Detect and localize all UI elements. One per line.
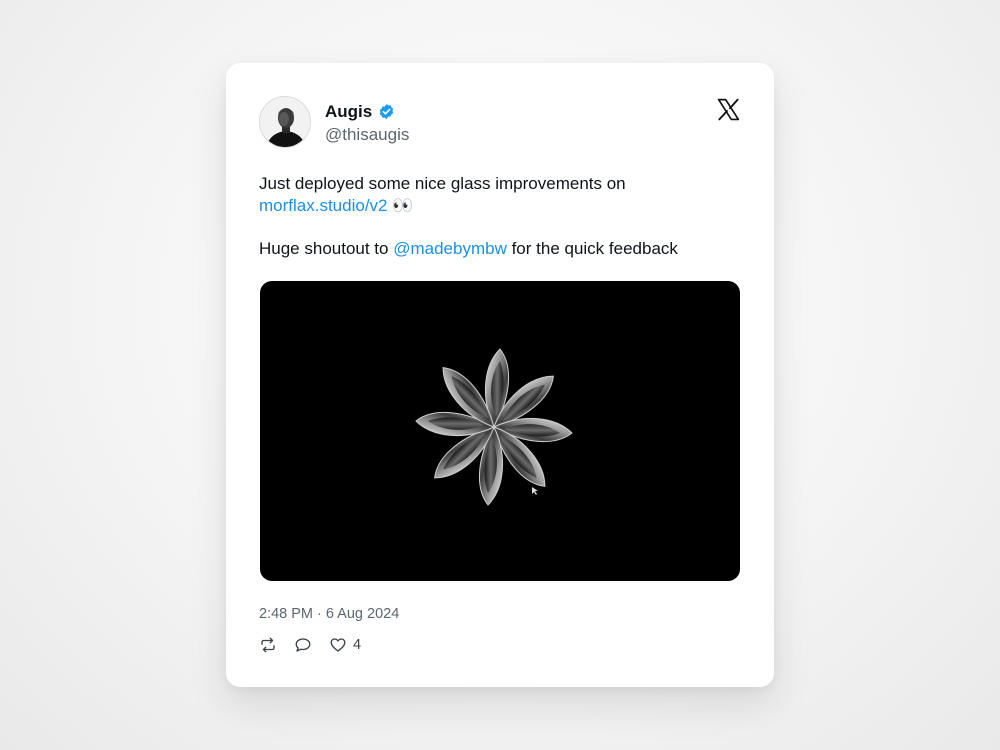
- verified-badge-icon: [378, 103, 395, 120]
- tweet-card: Augis @thisaugis Just deployed some nice…: [226, 63, 774, 687]
- eyes-emoji: 👀: [392, 195, 414, 215]
- author-handle[interactable]: @thisaugis: [325, 125, 409, 145]
- retweet-icon: [259, 636, 277, 654]
- tweet-media[interactable]: [260, 281, 740, 581]
- like-count: 4: [353, 637, 362, 653]
- tweet-actions: 4: [259, 636, 378, 654]
- like-button[interactable]: 4: [329, 636, 361, 654]
- mention-link[interactable]: @madebymbw: [393, 239, 507, 258]
- tweet-text-line2-suffix: for the quick feedback: [506, 238, 678, 258]
- retweet-button[interactable]: [259, 636, 277, 654]
- tweet-header: Augis @thisaugis: [259, 96, 409, 148]
- avatar-portrait: [260, 97, 310, 147]
- tweet-text-line2-prefix: Huge shoutout to: [259, 238, 394, 258]
- tweet-timestamp[interactable]: 2:48 PM · 6 Aug 2024: [259, 606, 399, 622]
- name-row: Augis: [325, 100, 409, 124]
- tweet-text: Just deployed some nice glass improvemen…: [259, 173, 739, 259]
- reply-icon: [294, 636, 312, 654]
- x-logo-icon[interactable]: [716, 97, 741, 122]
- tweet-text-line1: Just deployed some nice glass improvemen…: [259, 174, 626, 193]
- author-display-name[interactable]: Augis: [325, 102, 372, 122]
- reply-button[interactable]: [294, 636, 312, 654]
- heart-icon: [329, 636, 347, 654]
- tweet-paragraph-1: Just deployed some nice glass improvemen…: [259, 173, 739, 216]
- glass-flower-render-image: [415, 348, 573, 506]
- tweet-paragraph-2: Huge shoutout to @madebymbw for the quic…: [259, 238, 739, 260]
- avatar[interactable]: [259, 96, 311, 148]
- tweet-link[interactable]: morflax.studio/v2: [259, 196, 388, 215]
- author-names: Augis @thisaugis: [325, 100, 409, 145]
